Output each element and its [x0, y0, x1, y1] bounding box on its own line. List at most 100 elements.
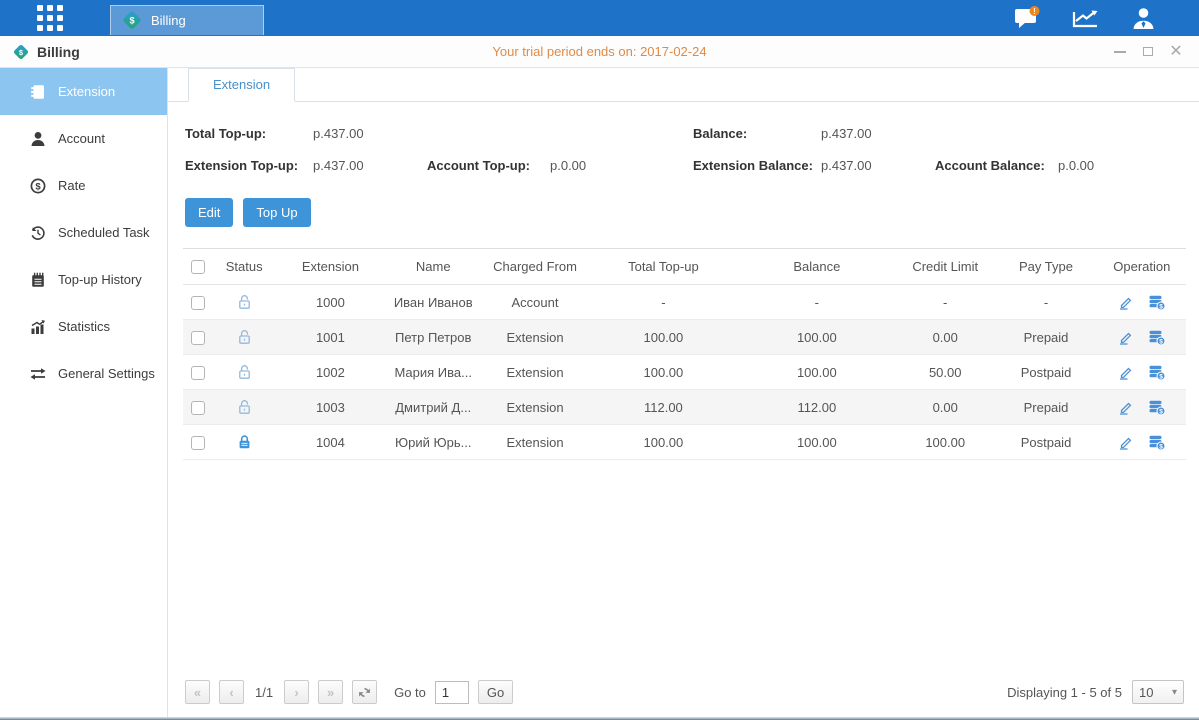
- sidebar-item-label: Rate: [58, 178, 85, 193]
- lock-open-icon: [237, 329, 252, 345]
- topup-coins-icon[interactable]: $: [1148, 364, 1166, 381]
- sidebar-item-rate[interactable]: $ Rate: [0, 162, 167, 209]
- extension-cell: 1002: [275, 355, 385, 390]
- total-topup-cell: 100.00: [589, 320, 737, 355]
- extension-status-icon[interactable]: [237, 399, 252, 415]
- goto-page-input[interactable]: [435, 681, 469, 704]
- balance-label: Balance:: [693, 126, 821, 141]
- edit-icon[interactable]: [1117, 399, 1134, 416]
- balance-cell: 100.00: [738, 320, 896, 355]
- table-row[interactable]: 1002Мария Ива...Extension100.00100.0050.…: [183, 355, 1186, 390]
- billing-app-icon: $: [121, 9, 143, 31]
- close-icon: ✕: [1169, 44, 1182, 60]
- close-button[interactable]: ✕: [1169, 45, 1183, 59]
- table-row[interactable]: 1004Юрий Юрь...Extension100.00100.00100.…: [183, 425, 1186, 460]
- edit-icon[interactable]: [1117, 434, 1134, 451]
- minimize-button[interactable]: [1113, 45, 1127, 59]
- sidebar-item-scheduled-task[interactable]: Scheduled Task: [0, 209, 167, 256]
- tab-strip: Extension: [168, 68, 1199, 102]
- account-balance-label: Account Balance:: [935, 158, 1058, 173]
- last-page-button[interactable]: »: [318, 680, 343, 704]
- minimize-icon: [1114, 51, 1126, 53]
- refresh-icon: [358, 686, 371, 699]
- extension-cell: 1001: [275, 320, 385, 355]
- user-account-icon[interactable]: [1130, 6, 1157, 31]
- edit-icon[interactable]: [1117, 294, 1134, 311]
- prev-page-button[interactable]: ‹: [219, 680, 244, 704]
- edit-icon[interactable]: [1117, 329, 1134, 346]
- sidebar-item-label: General Settings: [58, 366, 155, 381]
- row-checkbox[interactable]: [191, 331, 205, 345]
- topup-coins-icon[interactable]: $: [1148, 434, 1166, 451]
- billing-title-icon: $: [12, 43, 30, 61]
- top-up-button[interactable]: Top Up: [243, 198, 310, 227]
- svg-text:$: $: [1160, 303, 1164, 310]
- extension-balance-label: Extension Balance:: [693, 158, 821, 173]
- row-checkbox[interactable]: [191, 366, 205, 380]
- grid-icon: [37, 5, 63, 31]
- edit-button[interactable]: Edit: [185, 198, 233, 227]
- balance-summary: Total Top-up: p.437.00 Extension Top-up:…: [185, 126, 1186, 190]
- total-topup-cell: 100.00: [589, 425, 737, 460]
- extension-book-icon: [30, 84, 46, 100]
- sidebar-item-label: Account: [58, 131, 105, 146]
- main-content: Extension Total Top-up: p.437.00 Extensi…: [168, 68, 1199, 717]
- balance-cell: 112.00: [738, 390, 896, 425]
- topup-coins-icon[interactable]: $: [1148, 399, 1166, 416]
- balance-cell: 100.00: [738, 355, 896, 390]
- extension-status-icon[interactable]: [237, 329, 252, 345]
- lock-open-icon: [237, 364, 252, 380]
- topup-coins-icon[interactable]: $: [1148, 294, 1166, 311]
- table-row[interactable]: 1003Дмитрий Д...Extension112.00112.000.0…: [183, 390, 1186, 425]
- pay-type-cell: Prepaid: [994, 320, 1097, 355]
- row-checkbox[interactable]: [191, 296, 205, 310]
- extension-status-icon[interactable]: [237, 364, 252, 380]
- app-launcher-grid-icon[interactable]: [36, 4, 64, 32]
- total-topup-cell: 112.00: [589, 390, 737, 425]
- total-topup-label: Total Top-up:: [185, 126, 313, 141]
- topup-coins-icon[interactable]: $: [1148, 329, 1166, 346]
- extension-status-icon[interactable]: [237, 434, 252, 450]
- rate-dollar-icon: $: [30, 178, 46, 194]
- sidebar-item-extension[interactable]: Extension: [0, 68, 167, 115]
- select-all-checkbox[interactable]: [191, 260, 205, 274]
- refresh-button[interactable]: [352, 680, 377, 704]
- go-button[interactable]: Go: [478, 680, 513, 704]
- pagination-bar: « ‹ 1/1 › » Go to Go: [183, 670, 1186, 717]
- pay-type-cell: Prepaid: [994, 390, 1097, 425]
- tab-extension[interactable]: Extension: [188, 68, 295, 102]
- page-size-select[interactable]: 10 ▾: [1132, 680, 1184, 704]
- window-title: Billing: [37, 44, 80, 60]
- sidebar-item-general-settings[interactable]: General Settings: [0, 350, 167, 397]
- table-header-row: Status Extension Name Charged From Total…: [183, 249, 1186, 285]
- extension-cell: 1003: [275, 390, 385, 425]
- row-checkbox[interactable]: [191, 436, 205, 450]
- balance-value: p.437.00: [821, 126, 872, 141]
- name-cell: Петр Петров: [386, 320, 481, 355]
- sidebar-item-account[interactable]: Account: [0, 115, 167, 162]
- first-page-button[interactable]: «: [185, 680, 210, 704]
- notification-badge: !: [1033, 6, 1036, 15]
- credit-limit-cell: 50.00: [896, 355, 994, 390]
- sidebar-item-statistics[interactable]: Statistics: [0, 303, 167, 350]
- table-row[interactable]: 1001Петр ПетровExtension100.00100.000.00…: [183, 320, 1186, 355]
- next-page-button[interactable]: ›: [284, 680, 309, 704]
- extension-table: Status Extension Name Charged From Total…: [183, 248, 1186, 460]
- sidebar-item-topup-history[interactable]: Top-up History: [0, 256, 167, 303]
- topbar-tab-billing[interactable]: $ Billing: [110, 5, 264, 35]
- sidebar-item-label: Extension: [58, 84, 115, 99]
- notifications-chat-icon[interactable]: !: [1014, 6, 1041, 31]
- charged-from-cell: Extension: [481, 320, 589, 355]
- displaying-status: Displaying 1 - 5 of 5: [1007, 685, 1122, 700]
- name-cell: Дмитрий Д...: [386, 390, 481, 425]
- edit-icon[interactable]: [1117, 364, 1134, 381]
- credit-limit-cell: 0.00: [896, 390, 994, 425]
- titlebar-app-identity: $ Billing: [12, 43, 80, 61]
- extension-cell: 1004: [275, 425, 385, 460]
- maximize-button[interactable]: [1141, 45, 1155, 59]
- topbar: $ Billing !: [0, 0, 1199, 36]
- extension-status-icon[interactable]: [237, 294, 252, 310]
- reports-chart-icon[interactable]: [1071, 6, 1100, 30]
- table-row[interactable]: 1000Иван ИвановAccount----$: [183, 285, 1186, 320]
- row-checkbox[interactable]: [191, 401, 205, 415]
